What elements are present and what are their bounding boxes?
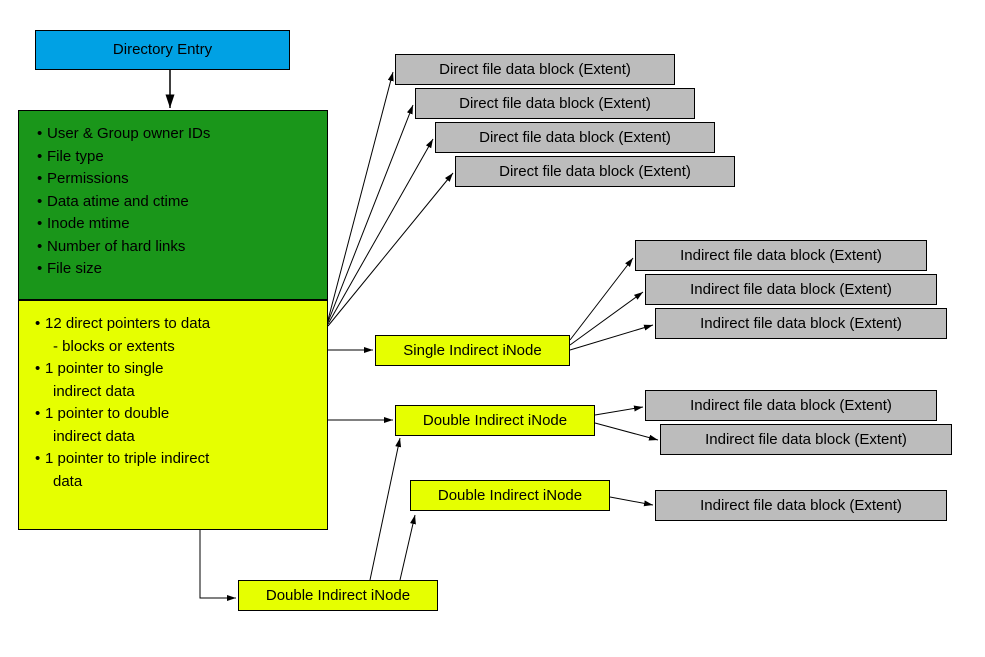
meta-item: Permissions [47, 168, 129, 191]
ptr-line: 1 pointer to single [45, 358, 163, 381]
ptr-line: 1 pointer to double [45, 403, 169, 426]
meta-item: File type [47, 146, 104, 169]
direct-block: Direct file data block (Extent) [455, 156, 735, 187]
indirect-block: Indirect file data block (Extent) [655, 308, 947, 339]
double-indirect-inode: Double Indirect iNode [410, 480, 610, 511]
direct-block: Direct file data block (Extent) [435, 122, 715, 153]
ptr-line: 1 pointer to triple indirect [45, 448, 209, 471]
inode-metadata-box: •User & Group owner IDs •File type •Perm… [18, 110, 328, 300]
ptr-line: 12 direct pointers to data [45, 313, 210, 336]
single-indirect-inode: Single Indirect iNode [375, 335, 570, 366]
indirect-block: Indirect file data block (Extent) [635, 240, 927, 271]
meta-item: Inode mtime [47, 213, 130, 236]
ptr-line: - blocks or extents [53, 336, 317, 359]
indirect-block: Indirect file data block (Extent) [645, 274, 937, 305]
double-indirect-inode: Double Indirect iNode [395, 405, 595, 436]
meta-item: User & Group owner IDs [47, 123, 210, 146]
direct-block: Direct file data block (Extent) [395, 54, 675, 85]
meta-item: File size [47, 258, 102, 281]
indirect-block: Indirect file data block (Extent) [655, 490, 947, 521]
directory-entry-box: Directory Entry [35, 30, 290, 70]
meta-item: Data atime and ctime [47, 191, 189, 214]
ptr-line: indirect data [53, 381, 317, 404]
indirect-block: Indirect file data block (Extent) [660, 424, 952, 455]
ptr-line: data [53, 471, 317, 494]
direct-block: Direct file data block (Extent) [415, 88, 695, 119]
indirect-block: Indirect file data block (Extent) [645, 390, 937, 421]
ptr-line: indirect data [53, 426, 317, 449]
inode-pointers-box: •12 direct pointers to data - blocks or … [18, 300, 328, 530]
meta-item: Number of hard links [47, 236, 185, 259]
double-indirect-inode-bottom: Double Indirect iNode [238, 580, 438, 611]
